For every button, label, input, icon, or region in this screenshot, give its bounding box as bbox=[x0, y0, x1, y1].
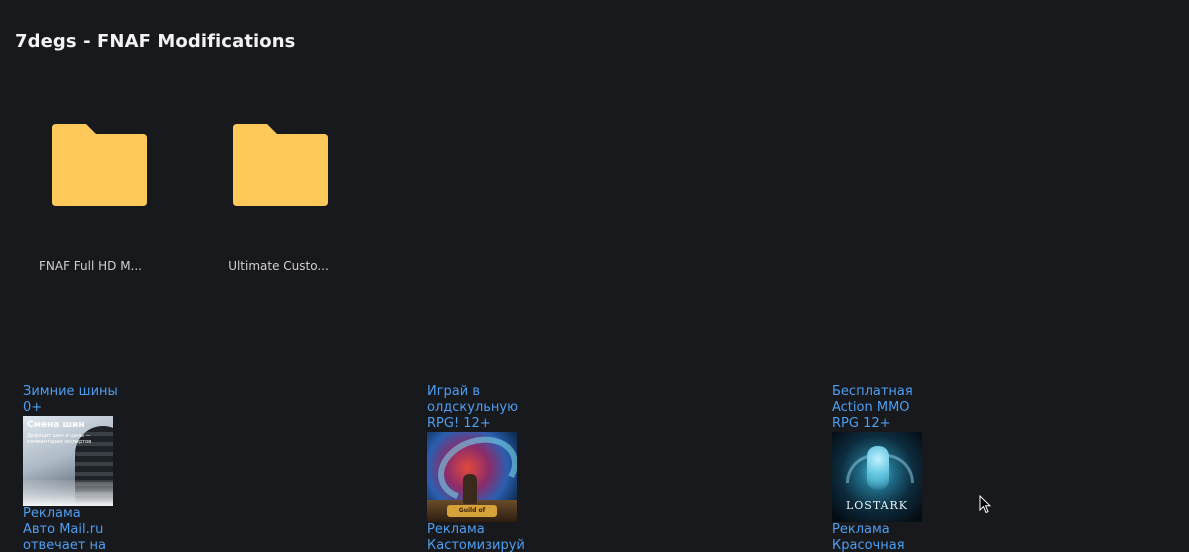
ad-block[interactable]: Играй в олдскульную RPG! 12+ Guild of He… bbox=[427, 384, 537, 552]
folder-label: FNAF Full HD M... bbox=[38, 259, 142, 273]
ad-image-logo: LOSTARK bbox=[845, 499, 909, 512]
figure-graphic bbox=[867, 446, 889, 490]
ad-image[interactable]: Смена шин Дефицит шин и цены — комментар… bbox=[23, 416, 113, 506]
ad-footer-link[interactable]: Реклама Кастомизируй bbox=[427, 522, 537, 552]
ad-footer-link[interactable]: Реклама Авто Mail.ru отвечает на bbox=[23, 506, 133, 552]
ad-image[interactable]: Guild of Heroes bbox=[427, 432, 517, 522]
ad-title-link[interactable]: Бесплатная Action MMO RPG 12+ bbox=[832, 384, 932, 432]
folder-item[interactable]: Ultimate Custo... bbox=[188, 118, 369, 278]
snow-graphic bbox=[23, 480, 113, 506]
mouse-cursor-icon bbox=[979, 495, 991, 514]
page: 7degs - FNAF Modifications FNAF Full HD … bbox=[0, 0, 1189, 552]
ad-block[interactable]: Зимние шины 0+ Смена шин Дефицит шин и ц… bbox=[23, 384, 133, 552]
ad-image[interactable]: LOSTARK bbox=[832, 432, 922, 522]
folder-item[interactable]: FNAF Full HD M... bbox=[0, 118, 181, 278]
ad-title-link[interactable]: Играй в олдскульную RPG! 12+ bbox=[427, 384, 527, 432]
folder-icon bbox=[52, 124, 147, 206]
ad-title-link[interactable]: Зимние шины 0+ bbox=[23, 384, 123, 416]
page-title: 7degs - FNAF Modifications bbox=[15, 31, 296, 52]
ad-image-caption: Смена шин bbox=[27, 420, 85, 430]
ad-image-logo: Guild of Heroes bbox=[447, 505, 497, 522]
folder-label: Ultimate Custo... bbox=[228, 259, 329, 273]
ad-footer-link[interactable]: Реклама Красочная bbox=[832, 522, 942, 552]
hero-graphic bbox=[463, 474, 477, 504]
ad-image-subtext: Дефицит шин и цены — комментарии эксперт… bbox=[27, 433, 92, 445]
ad-block[interactable]: Бесплатная Action MMO RPG 12+ LOSTARK Ре… bbox=[832, 384, 942, 552]
folder-icon bbox=[233, 124, 328, 206]
